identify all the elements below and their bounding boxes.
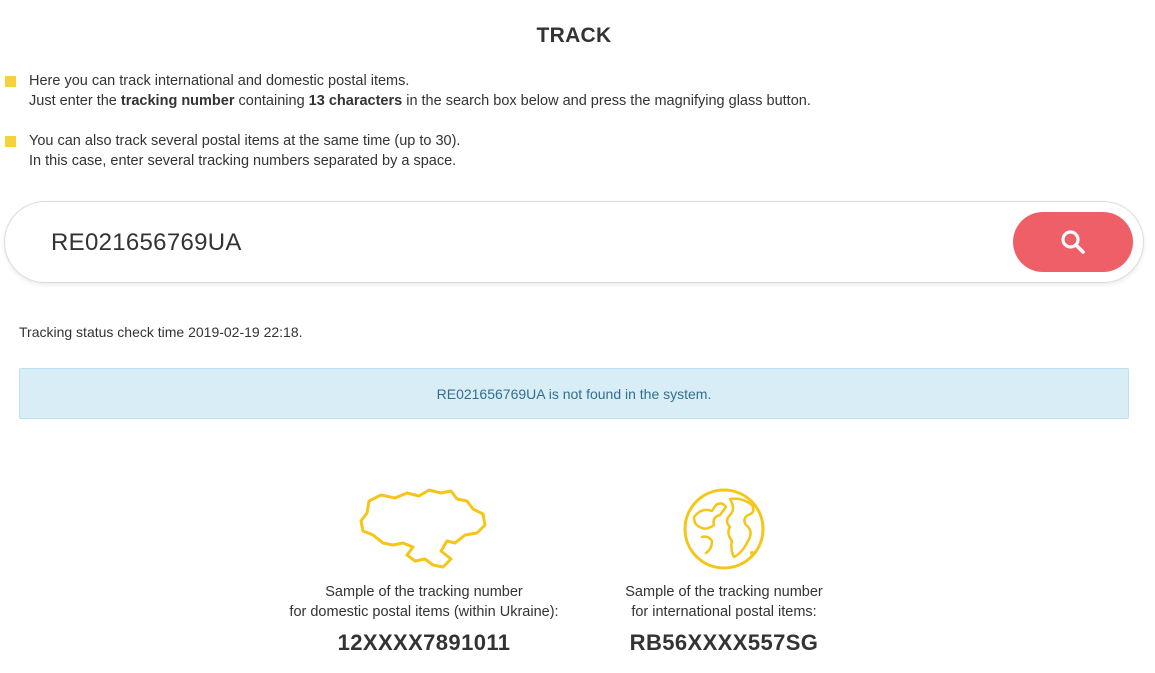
status-check-time: Tracking status check time 2019-02-19 22… — [19, 324, 303, 340]
info-line: Here you can track international and dom… — [29, 73, 410, 89]
page-title: TRACK — [536, 24, 612, 47]
bullet-marker — [5, 76, 16, 87]
info-bold-fragment: tracking number — [120, 93, 235, 109]
search-icon — [1061, 230, 1085, 254]
info-item-single-tracking: Here you can track international and dom… — [0, 71, 1100, 111]
info-bold-fragment: 13 characters — [308, 93, 403, 109]
info-line: Just enter the tracking number containin… — [29, 91, 1100, 111]
info-item-multi-tracking: You can also track several postal items … — [0, 131, 1100, 171]
ukraine-map-icon — [359, 488, 487, 569]
caption-line: for domestic postal items (within Ukrain… — [289, 604, 559, 620]
international-caption: Sample of the tracking number for intern… — [574, 582, 874, 622]
tracking-number-input[interactable] — [49, 222, 953, 264]
info-text-fragment: in the search box below and press the ma… — [402, 93, 811, 109]
search-button[interactable] — [1013, 212, 1133, 272]
domestic-caption: Sample of the tracking number for domest… — [274, 582, 574, 622]
not-found-alert: RE021656769UA is not found in the system… — [19, 368, 1129, 419]
international-sample-number: RB56XXXX557SG — [629, 630, 819, 655]
search-box — [4, 201, 1144, 283]
caption-line: for international postal items: — [631, 604, 817, 620]
info-text-fragment: containing — [234, 93, 309, 109]
globe-icon — [683, 488, 765, 570]
bullet-marker — [5, 136, 16, 147]
info-line: In this case, enter several tracking num… — [29, 153, 457, 169]
domestic-sample-number: 12XXXX7891011 — [337, 630, 511, 655]
info-text: You can also track several postal items … — [29, 131, 1100, 171]
caption-line: Sample of the tracking number — [325, 584, 523, 600]
info-line: You can also track several postal items … — [29, 133, 461, 149]
caption-line: Sample of the tracking number — [625, 584, 823, 600]
info-text: Here you can track international and dom… — [29, 71, 1100, 111]
domestic-sample: Sample of the tracking number for domest… — [274, 484, 574, 656]
international-sample: Sample of the tracking number for intern… — [574, 484, 874, 656]
info-text-fragment: Just enter the — [29, 93, 121, 109]
